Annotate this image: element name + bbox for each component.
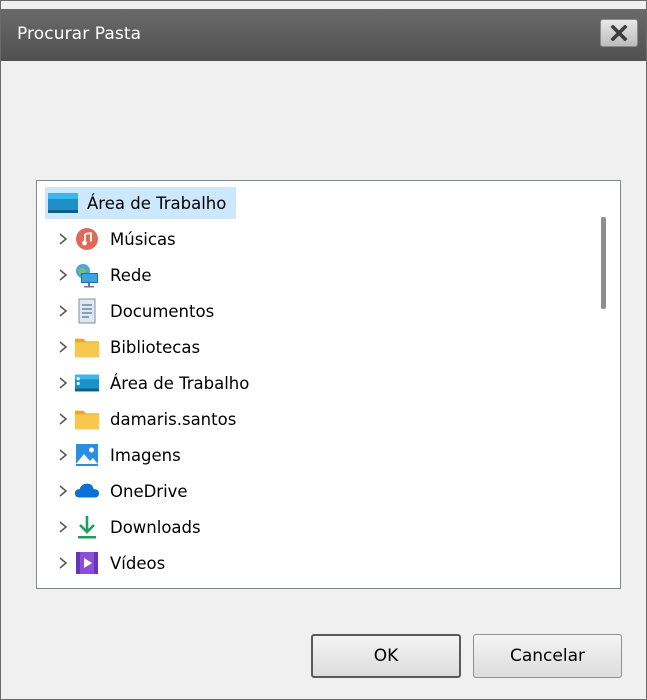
chevron-right-icon[interactable] — [52, 232, 74, 246]
tree-item[interactable]: OneDrive — [37, 475, 188, 507]
chevron-right-icon[interactable] — [52, 268, 74, 282]
chevron-right-icon[interactable] — [52, 304, 74, 318]
cancel-button[interactable]: Cancelar — [473, 634, 622, 678]
tree-item-label: Bibliotecas — [110, 337, 201, 357]
tree-item-label: Rede — [110, 265, 152, 285]
tree-item-label: damaris.santos — [110, 409, 237, 429]
tree-item-label: Área de Trabalho — [87, 193, 227, 213]
chevron-right-icon[interactable] — [52, 520, 74, 534]
close-icon — [610, 25, 628, 41]
chevron-right-icon[interactable] — [52, 484, 74, 498]
tree-item-label: Imagens — [110, 445, 181, 465]
desktop-icon — [74, 370, 100, 396]
vertical-scrollbar[interactable] — [586, 181, 620, 588]
music-icon — [74, 226, 100, 252]
chevron-right-icon[interactable] — [52, 376, 74, 390]
tree-item-root[interactable]: Área de Trabalho — [45, 187, 237, 219]
tree-item-label: Documentos — [110, 301, 215, 321]
title-bar[interactable]: Procurar Pasta — [1, 9, 646, 61]
tree-item-label: Área de Trabalho — [110, 373, 250, 393]
tree-item[interactable]: Downloads — [37, 511, 201, 543]
desktop-icon — [47, 190, 79, 216]
folder-icon — [74, 406, 100, 432]
video-icon — [74, 550, 100, 576]
tree-item-label: Vídeos — [110, 553, 166, 573]
ok-button[interactable]: OK — [311, 634, 461, 678]
pictures-icon — [74, 442, 100, 468]
chevron-right-icon[interactable] — [52, 340, 74, 354]
cloud-icon — [74, 478, 100, 504]
folder-icon — [74, 334, 100, 360]
tree-item-label: OneDrive — [110, 481, 188, 501]
download-icon — [74, 514, 100, 540]
folder-tree[interactable]: Área de Trabalho Músicas Rede Documentos Bi… — [36, 180, 621, 589]
tree-item[interactable]: Vídeos — [37, 547, 165, 579]
tree-item[interactable]: damaris.santos — [37, 403, 236, 435]
scrollbar-thumb[interactable] — [601, 217, 606, 309]
window-title: Procurar Pasta — [17, 24, 142, 44]
tree-item[interactable]: Imagens — [37, 439, 181, 471]
document-icon — [74, 298, 100, 324]
tree-item[interactable]: Músicas — [37, 223, 176, 255]
tree-item-label: Músicas — [110, 229, 176, 249]
tree-item[interactable]: Documentos — [37, 295, 214, 327]
chevron-right-icon[interactable] — [52, 448, 74, 462]
tree-item-label: Downloads — [110, 517, 201, 537]
close-button[interactable] — [600, 19, 638, 47]
tree-item[interactable]: Rede — [37, 259, 152, 291]
tree-item[interactable]: Área de Trabalho — [37, 367, 249, 399]
chevron-right-icon[interactable] — [52, 556, 74, 570]
browse-folder-dialog: Procurar Pasta Área de Trabalho Músicas R… — [0, 0, 647, 700]
chevron-right-icon[interactable] — [52, 412, 74, 426]
network-icon — [74, 262, 100, 288]
tree-item[interactable]: Bibliotecas — [37, 331, 200, 363]
